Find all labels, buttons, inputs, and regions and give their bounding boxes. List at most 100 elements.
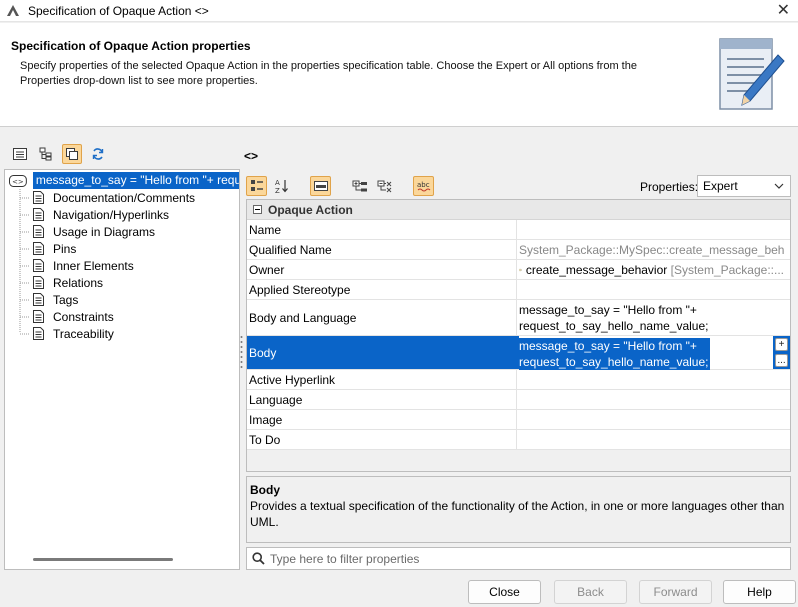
description-title: Body	[250, 483, 280, 497]
list-view-button[interactable]	[10, 144, 30, 164]
spell-check-icon: abc	[417, 181, 430, 192]
tree-horizontal-scrollbar[interactable]	[33, 558, 173, 561]
property-value[interactable]	[519, 220, 784, 239]
collapse-all-icon	[377, 180, 391, 193]
header-description: Specify properties of the selected Opaqu…	[20, 60, 637, 87]
property-value[interactable]	[519, 280, 784, 299]
tree-item-constraints[interactable]: Constraints	[33, 308, 114, 325]
help-button[interactable]: Help	[723, 580, 796, 604]
property-row-to-do[interactable]: To Do	[247, 430, 790, 450]
property-name: To Do	[249, 430, 517, 449]
tree-item-navigation[interactable]: Navigation/Hyperlinks	[33, 206, 169, 223]
property-row-active-hyperlink[interactable]: Active Hyperlink	[247, 370, 790, 390]
panel-splitter-handle[interactable]	[240, 335, 243, 371]
property-row-owner[interactable]: Owner create_message_behavior [System_Pa…	[247, 260, 790, 280]
header-title: Specification of Opaque Action propertie…	[11, 39, 251, 53]
filter-box	[246, 547, 791, 570]
forward-button[interactable]: Forward	[639, 580, 712, 604]
refresh-button[interactable]	[88, 144, 108, 164]
list-view-icon	[13, 148, 27, 160]
body-value-text: message_to_say = "Hello from "+ request_…	[519, 338, 711, 370]
properties-mode-label: Properties:	[640, 180, 699, 194]
page-icon	[33, 310, 44, 323]
tree-item-traceability[interactable]: Traceability	[33, 325, 114, 342]
edit-value-button[interactable]: ...	[775, 354, 788, 367]
description-text: Provides a textual specification of the …	[250, 499, 785, 529]
property-row-image[interactable]: Image	[247, 410, 790, 430]
tree-item-label: Traceability	[53, 326, 114, 341]
spell-check-toggle[interactable]: abc	[413, 176, 434, 196]
page-icon	[33, 225, 44, 238]
add-value-button[interactable]: +	[775, 338, 788, 351]
tree-item-tags[interactable]: Tags	[33, 291, 78, 308]
property-row-body-and-language[interactable]: Body and Language message_to_say = "Hell…	[247, 300, 790, 336]
copy-icon	[66, 148, 78, 160]
property-value[interactable]	[519, 410, 784, 429]
app-logo-icon	[7, 4, 19, 16]
tree-item-inner-elements[interactable]: Inner Elements	[33, 257, 134, 274]
tree-item-label: Inner Elements	[53, 258, 134, 273]
close-window-icon[interactable]: ✕	[777, 1, 790, 21]
property-row-qualified-name[interactable]: Qualified Name System_Package::MySpec::c…	[247, 240, 790, 260]
tree-item-relations[interactable]: Relations	[33, 274, 103, 291]
tree-view-icon	[39, 147, 52, 161]
compact-view-toggle[interactable]	[62, 144, 82, 164]
value-line: request_to_say_hello_name_value;	[519, 318, 709, 333]
property-name: Qualified Name	[249, 240, 517, 259]
tree-toolbar	[10, 144, 108, 164]
tree-item-pins[interactable]: Pins	[33, 240, 76, 257]
tree-view-button[interactable]	[36, 144, 56, 164]
window-titlebar: Specification of Opaque Action <> ✕	[0, 0, 798, 22]
back-button[interactable]: Back	[554, 580, 627, 604]
tree-root-opaque-action[interactable]: <> message_to_say = "Hello from "+ reque…	[9, 172, 239, 189]
property-row-body[interactable]: Body message_to_say = "Hello from "+ req…	[247, 336, 790, 370]
properties-mode-dropdown[interactable]: Expert	[697, 175, 791, 197]
sort-alphabetically-button[interactable]: A Z	[271, 176, 292, 196]
property-grid: Opaque Action Name Qualified Name System…	[246, 199, 791, 472]
property-value[interactable]: message_to_say = "Hello from "+ request_…	[519, 300, 784, 335]
categorized-view-toggle[interactable]	[246, 176, 267, 196]
page-icon	[33, 276, 44, 289]
property-value[interactable]	[519, 390, 784, 409]
expand-all-icon	[352, 180, 367, 192]
value-line: message_to_say = "Hello from "+	[519, 339, 697, 353]
property-group-header[interactable]: Opaque Action	[247, 200, 790, 220]
sort-az-icon: A Z	[275, 179, 288, 194]
owner-name: create_message_behavior	[525, 262, 668, 277]
property-name: Name	[249, 220, 517, 239]
window-title: Specification of Opaque Action <>	[28, 3, 209, 18]
search-icon	[252, 552, 265, 565]
property-value[interactable]	[519, 430, 784, 449]
tree-item-documentation[interactable]: Documentation/Comments	[33, 189, 195, 206]
property-name: Image	[249, 410, 517, 429]
close-button[interactable]: Close	[468, 580, 541, 604]
expand-all-button[interactable]	[349, 176, 370, 196]
tree-item-label: Documentation/Comments	[53, 190, 196, 205]
collapse-all-button[interactable]	[374, 176, 395, 196]
property-row-applied-stereotype[interactable]: Applied Stereotype	[247, 280, 790, 300]
document-pencil-icon	[719, 38, 785, 110]
property-row-language[interactable]: Language	[247, 390, 790, 410]
page-icon	[33, 208, 44, 221]
property-name: Owner	[249, 260, 517, 279]
body-value-editor[interactable]: message_to_say = "Hello from "+ request_…	[519, 336, 773, 370]
collapse-group-icon[interactable]	[253, 205, 262, 214]
property-value-owner[interactable]: create_message_behavior [System_Package:…	[519, 260, 784, 279]
page-icon	[33, 242, 44, 255]
filter-properties-input[interactable]	[270, 551, 770, 566]
tree-item-usage-in-diagrams[interactable]: Usage in Diagrams	[33, 223, 155, 240]
svg-text:Z: Z	[275, 187, 280, 194]
activity-icon	[519, 268, 522, 271]
tree-item-label: Pins	[53, 241, 77, 256]
value-line: message_to_say = "Hello from "+	[519, 302, 697, 317]
property-value[interactable]	[519, 370, 784, 389]
tree-item-label: Navigation/Hyperlinks	[53, 207, 170, 222]
panel-icon	[313, 181, 328, 191]
property-description-panel: Body Provides a textual specification of…	[246, 476, 791, 543]
show-description-toggle[interactable]	[310, 176, 331, 196]
page-icon	[33, 191, 44, 204]
property-group-label: Opaque Action	[268, 202, 353, 217]
property-row-name[interactable]: Name	[247, 220, 790, 240]
page-icon	[33, 293, 44, 306]
property-name: Body	[249, 336, 517, 369]
